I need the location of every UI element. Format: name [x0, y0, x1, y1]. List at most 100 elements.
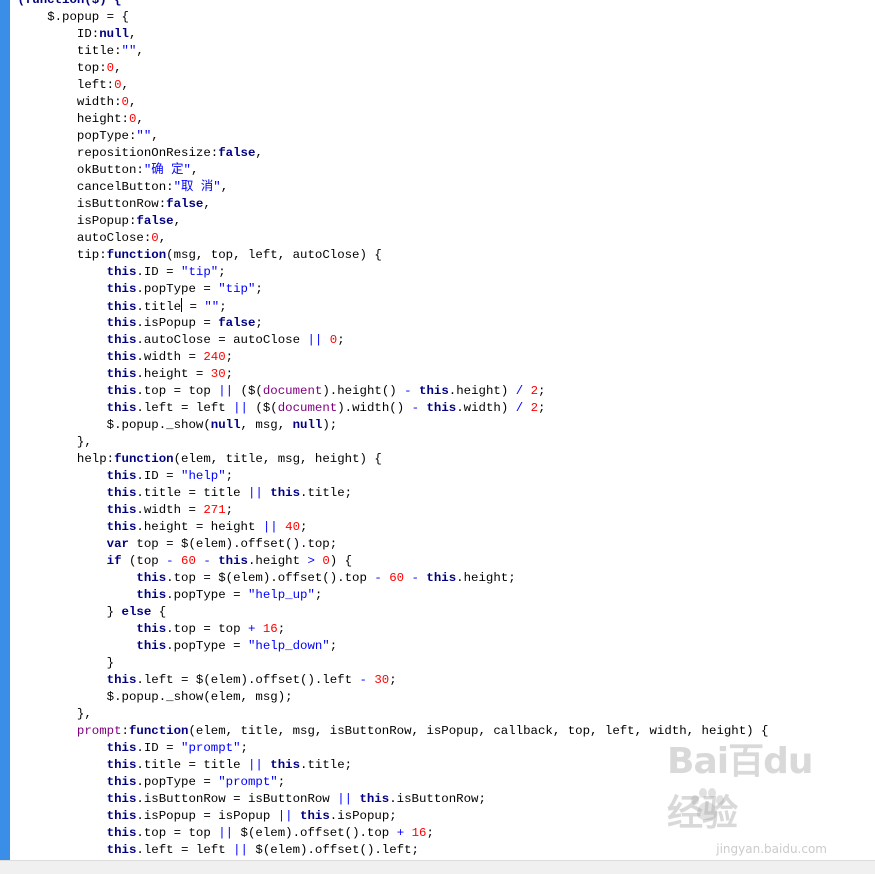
code-line[interactable]: this.top = $(elem).offset().top - 60 - t… — [10, 570, 768, 587]
code-line[interactable]: this.left = left || ($(document).width()… — [10, 400, 768, 417]
code-line[interactable]: this.top = top || ($(document).height() … — [10, 383, 768, 400]
code-token: .height — [247, 554, 308, 568]
code-token: okButton: — [76, 163, 144, 177]
code-token: this — [106, 350, 137, 364]
code-token: this — [106, 520, 137, 534]
code-token: || — [337, 792, 353, 806]
code-line[interactable]: this.height = height || 40; — [10, 519, 768, 536]
code-line[interactable]: left:0, — [10, 77, 768, 94]
code-line[interactable]: isPopup:false, — [10, 213, 768, 230]
code-line[interactable]: this.ID = "help"; — [10, 468, 768, 485]
code-editor[interactable]: (function($) { $.popup = { ID:null, titl… — [10, 0, 875, 860]
code-line[interactable]: this.ID = "prompt"; — [10, 740, 768, 757]
code-line[interactable]: this.popType = "prompt"; — [10, 774, 768, 791]
code-token: - — [359, 673, 367, 687]
code-line[interactable]: this.top = top + 16; — [10, 621, 768, 638]
code-line[interactable]: okButton:"确 定", — [10, 162, 768, 179]
code-line[interactable]: tip:function(msg, top, left, autoClose) … — [10, 247, 768, 264]
code-token: + — [396, 826, 405, 840]
code-line[interactable]: } else { — [10, 604, 768, 621]
code-line[interactable]: this.isButtonRow = isButtonRow || this.i… — [10, 791, 768, 808]
code-token: - — [166, 554, 174, 568]
code-line[interactable]: this.popType = "tip"; — [10, 281, 768, 298]
code-token: 60 — [389, 571, 405, 585]
code-line[interactable]: $.popup._show(null, msg, null); — [10, 417, 768, 434]
code-token: ; — [337, 333, 345, 347]
code-token: top: — [76, 61, 107, 75]
code-line[interactable]: repositionOnResize:false, — [10, 145, 768, 162]
code-token: this — [136, 571, 167, 585]
code-line[interactable]: this.autoClose = autoClose || 0; — [10, 332, 768, 349]
code-token: / — [515, 384, 524, 398]
code-line[interactable]: this.width = 240; — [10, 349, 768, 366]
code-line[interactable]: top:0, — [10, 60, 768, 77]
code-line[interactable]: this.top = top || $(elem).offset().top +… — [10, 825, 768, 842]
code-line[interactable]: this.title = title || this.title; — [10, 757, 768, 774]
code-token: function — [106, 248, 167, 262]
code-line[interactable]: this.isPopup = isPopup || this.isPopup; — [10, 808, 768, 825]
code-line[interactable]: } — [10, 655, 768, 672]
code-line[interactable]: this.title = ""; — [10, 298, 768, 315]
code-line[interactable]: this.title = title || this.title; — [10, 485, 768, 502]
code-line[interactable]: this.ID = "tip"; — [10, 264, 768, 281]
code-token: .title = title — [136, 758, 248, 772]
code-token: 0 — [322, 554, 330, 568]
code-token: , — [128, 95, 137, 109]
code-line[interactable]: $.popup._show(elem, msg); — [10, 689, 768, 706]
code-line[interactable]: prompt:function(elem, title, msg, isButt… — [10, 723, 769, 740]
code-token: "确 定" — [143, 163, 191, 177]
code-token: ; — [219, 300, 227, 314]
code-line[interactable]: this.left = left || $(elem).offset().lef… — [10, 842, 768, 859]
code-text[interactable]: (function($) { $.popup = { ID:null, titl… — [10, 0, 768, 859]
code-line[interactable]: (function($) { — [10, 0, 768, 9]
code-token: 2 — [530, 384, 538, 398]
horizontal-scrollbar[interactable] — [0, 860, 875, 874]
code-token: - — [411, 571, 419, 585]
code-line[interactable]: $.popup = { — [10, 9, 768, 26]
code-line[interactable]: popType:"", — [10, 128, 768, 145]
code-line[interactable]: if (top - 60 - this.height > 0) { — [10, 553, 768, 570]
code-line[interactable]: width:0, — [10, 94, 768, 111]
code-line[interactable]: var top = $(elem).offset().top; — [10, 536, 768, 553]
code-line[interactable]: this.popType = "help_up"; — [10, 587, 768, 604]
code-token: ; — [426, 826, 434, 840]
code-token: "tip" — [218, 282, 256, 296]
code-token: this — [136, 622, 167, 636]
code-token: this — [106, 486, 137, 500]
code-token: ; — [218, 265, 226, 279]
code-line[interactable]: this.width = 271; — [10, 502, 768, 519]
code-line[interactable]: autoClose:0, — [10, 230, 768, 247]
code-token: .left = left — [136, 843, 234, 857]
code-line[interactable]: this.isPopup = false; — [10, 315, 768, 332]
code-line[interactable]: help:function(elem, title, msg, height) … — [10, 451, 768, 468]
code-line[interactable]: cancelButton:"取 消", — [10, 179, 768, 196]
code-line[interactable]: isButtonRow:false, — [10, 196, 768, 213]
code-line[interactable]: this.popType = "help_down"; — [10, 638, 768, 655]
code-token: top = $(elem).offset().top; — [128, 537, 338, 551]
code-line[interactable]: this.left = $(elem).offset().left - 30; — [10, 672, 768, 689]
code-token: ; — [538, 401, 546, 415]
code-line[interactable]: }, — [10, 706, 768, 723]
code-line[interactable]: height:0, — [10, 111, 768, 128]
code-token: function — [128, 724, 189, 738]
code-token: this — [426, 401, 457, 415]
code-token: 0 — [121, 95, 129, 109]
code-token: width: — [76, 95, 122, 109]
code-line[interactable]: title:"", — [10, 43, 768, 60]
code-token: .top = top — [136, 384, 219, 398]
code-line[interactable]: this.height = 30; — [10, 366, 768, 383]
code-token: this — [106, 758, 137, 772]
code-line[interactable]: ID:null, — [10, 26, 768, 43]
code-line[interactable]: }, — [10, 434, 768, 451]
code-token: .top = top — [166, 622, 248, 636]
